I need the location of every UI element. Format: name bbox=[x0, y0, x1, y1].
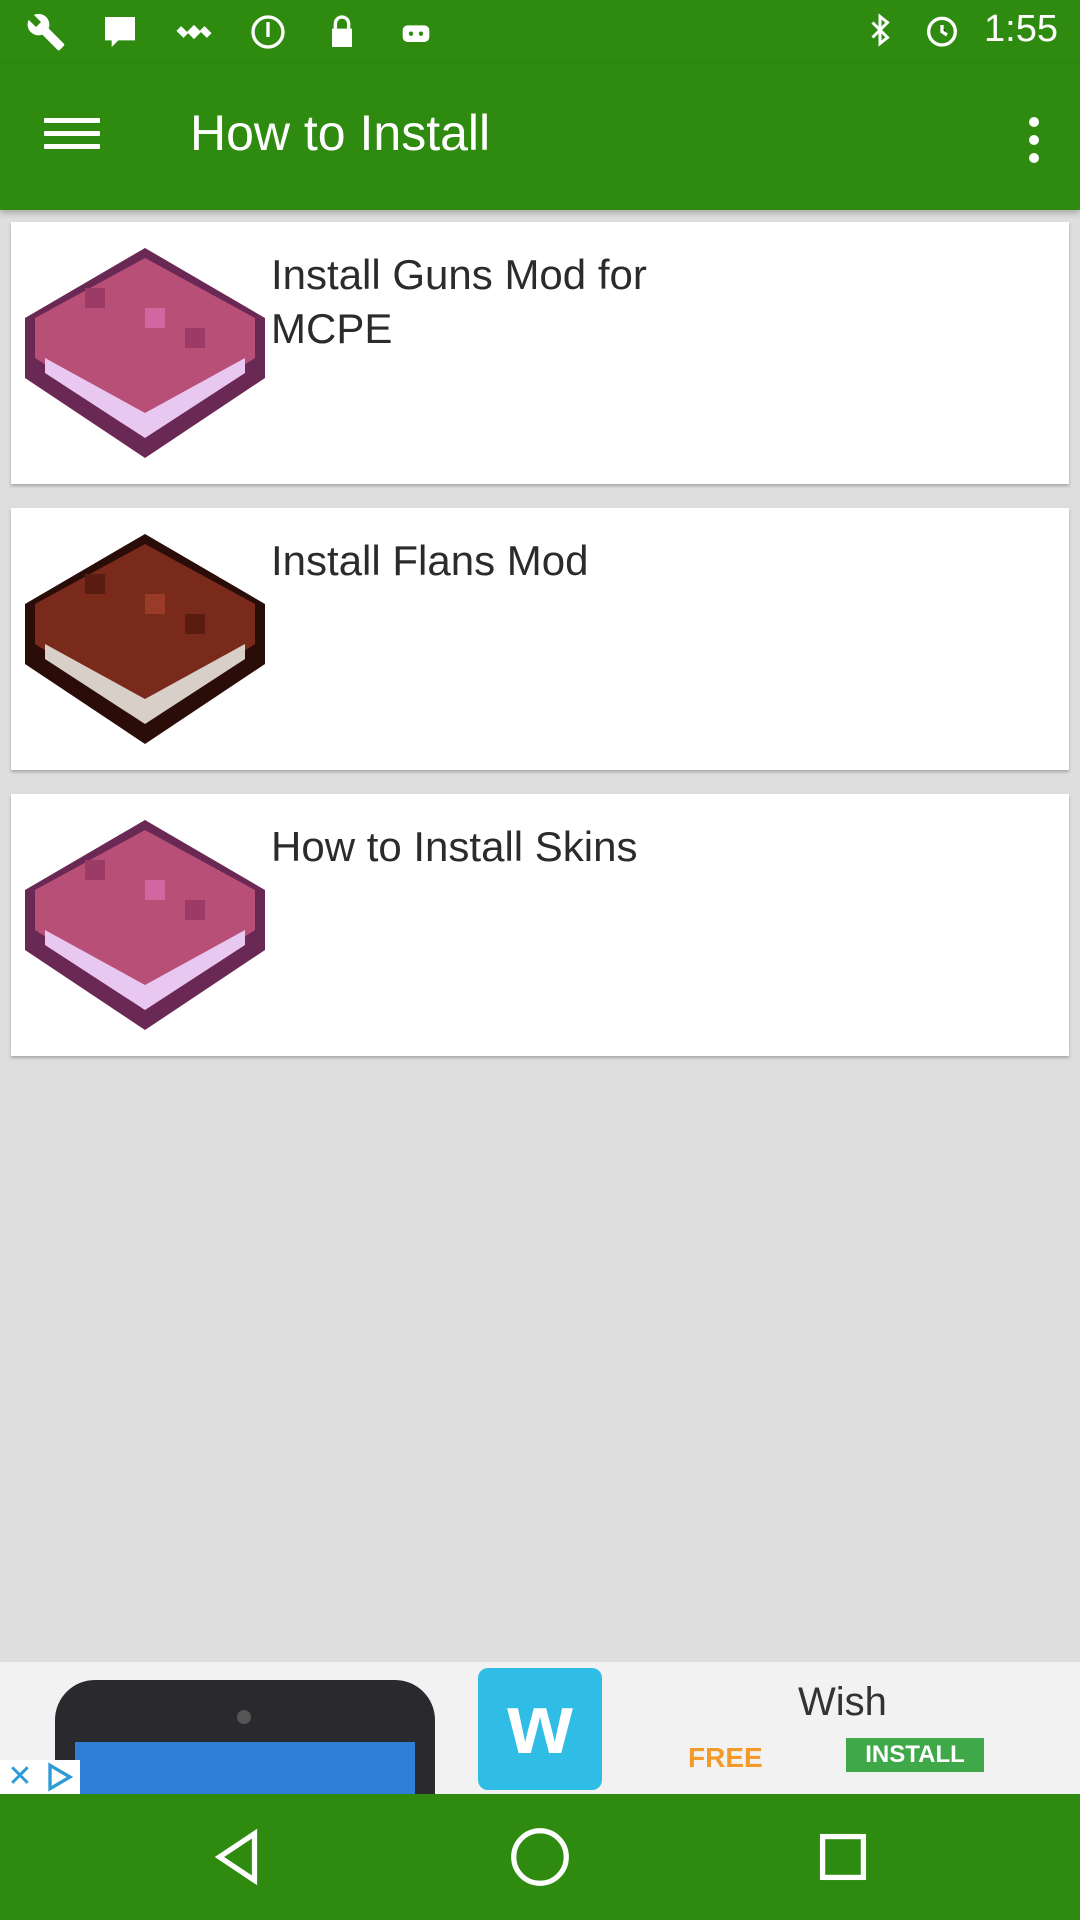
hamburger-menu-icon[interactable] bbox=[44, 110, 100, 166]
app-bar: How to Install bbox=[0, 64, 1080, 210]
item-title: Install Flans Mod bbox=[271, 537, 589, 584]
android-icon bbox=[396, 12, 436, 52]
back-triangle-icon[interactable] bbox=[202, 1822, 272, 1892]
book-thumbnail bbox=[25, 534, 265, 744]
more-vert-icon[interactable] bbox=[1014, 100, 1054, 180]
item-title: How to Install Skins bbox=[271, 823, 638, 870]
ad-install-button[interactable]: INSTALL bbox=[846, 1738, 984, 1772]
bluetooth-icon bbox=[860, 10, 900, 50]
home-circle-icon[interactable] bbox=[505, 1822, 575, 1892]
recents-square-icon[interactable] bbox=[808, 1822, 878, 1892]
status-time: 1:55 bbox=[984, 8, 1058, 50]
wish-logo: w bbox=[478, 1668, 602, 1790]
status-notification-icons bbox=[26, 12, 436, 52]
navigation-bar bbox=[0, 1794, 1080, 1920]
wrench-icon bbox=[26, 12, 66, 52]
page-title: How to Install bbox=[190, 105, 491, 161]
lock-icon bbox=[322, 12, 362, 52]
list-item[interactable]: How to Install Skins bbox=[11, 794, 1069, 1056]
ad-brand-name: Wish bbox=[798, 1680, 887, 1724]
status-system-icons: 1:55 bbox=[860, 8, 1058, 51]
satellite-icon bbox=[174, 12, 214, 52]
item-title: Install Guns Mod for MCPE bbox=[271, 251, 647, 352]
enchanted-book-thumbnail bbox=[25, 248, 265, 458]
ad-free-label: FREE bbox=[688, 1742, 763, 1773]
enchanted-book-thumbnail bbox=[25, 820, 265, 1030]
chat-icon bbox=[100, 12, 140, 52]
download-icon bbox=[248, 12, 288, 52]
close-icon[interactable]: ✕ bbox=[0, 1760, 40, 1794]
install-guide-list: Install Guns Mod for MCPE Install Flans … bbox=[11, 222, 1069, 1080]
ad-phone-image bbox=[55, 1680, 435, 1794]
list-item[interactable]: Install Guns Mod for MCPE bbox=[11, 222, 1069, 484]
status-bar: 1:55 bbox=[0, 0, 1080, 64]
ad-banner[interactable]: w Wish FREE INSTALL ✕ bbox=[0, 1662, 1080, 1794]
adchoices-icon[interactable] bbox=[40, 1760, 80, 1794]
alarm-icon bbox=[922, 10, 962, 50]
list-item[interactable]: Install Flans Mod bbox=[11, 508, 1069, 770]
